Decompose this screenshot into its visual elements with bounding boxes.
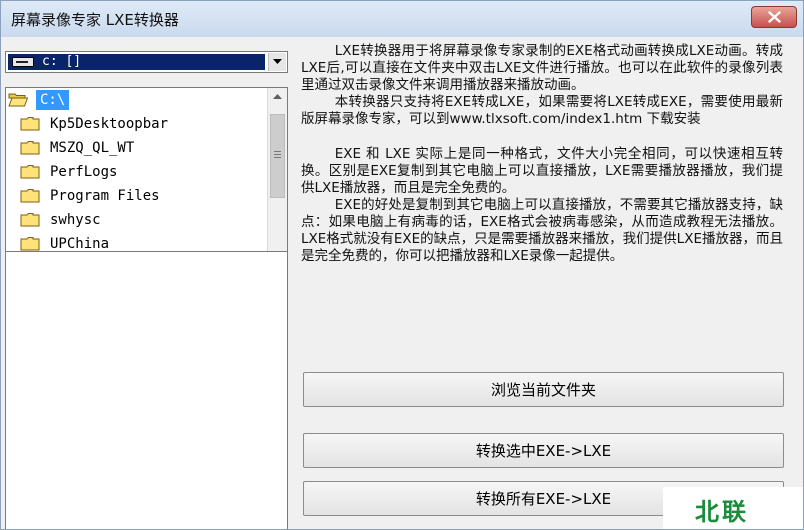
description-paragraph: LXE转换器用于将屏幕录像专家录制的EXE格式动画转换成LXE动画。转成LXE后… [301, 43, 783, 93]
folder-icon [20, 141, 40, 155]
scroll-thumb[interactable] [270, 114, 285, 198]
dir-label: Program Files [50, 188, 160, 204]
dir-label: MSZQ_QL_WT [50, 140, 135, 156]
chevron-down-icon [273, 59, 282, 64]
dir-item-root[interactable]: C:\ [6, 88, 266, 112]
watermark: 北联 [663, 487, 803, 529]
dir-item[interactable]: Kp5Desktoopbar [6, 112, 266, 136]
folder-icon [20, 237, 40, 251]
chevron-up-icon [273, 94, 282, 99]
drive-icon [12, 57, 34, 67]
folder-icon [20, 117, 40, 131]
dir-item[interactable]: MSZQ_QL_WT [6, 136, 266, 160]
description-paragraph: EXE 和 LXE 实际上是同一种格式，文件大小完全相同，可以快速相互转换。区别… [301, 146, 783, 196]
scroll-up-button[interactable] [268, 88, 287, 106]
close-icon [768, 11, 781, 23]
description-text: LXE转换器用于将屏幕录像专家录制的EXE格式动画转换成LXE动画。转成LXE后… [301, 43, 783, 265]
dir-label: swhysc [50, 212, 101, 228]
dir-label: Kp5Desktoopbar [50, 116, 169, 132]
folder-icon [20, 165, 40, 179]
browse-folder-button[interactable]: 浏览当前文件夹 [303, 372, 784, 407]
convert-selected-button[interactable]: 转换选中EXE->LXE [303, 433, 784, 468]
app-window: 屏幕录像专家 LXE转换器 c: [] C:\ Kp5Desktoopbar M… [0, 0, 804, 530]
description-paragraph: 本转换器只支持将EXE转成LXE，如果需要将LXE转成EXE，需要使用最新版屏幕… [301, 94, 783, 127]
title-bar: 屏幕录像专家 LXE转换器 [1, 1, 803, 37]
folder-icon [20, 213, 40, 227]
window-title: 屏幕录像专家 LXE转换器 [11, 11, 179, 29]
dir-item[interactable]: Program Files [6, 184, 266, 208]
dir-label: C:\ [36, 90, 70, 110]
drive-combo[interactable]: c: [] [5, 51, 288, 73]
dir-label: PerfLogs [50, 164, 118, 180]
watermark-text: 北联 [695, 497, 749, 526]
drive-dropdown-button[interactable] [268, 53, 286, 71]
dir-item[interactable]: swhysc [6, 208, 266, 232]
file-list[interactable] [5, 251, 288, 529]
folder-icon [20, 189, 40, 203]
drive-label: c: [] [42, 54, 82, 69]
client-area: c: [] C:\ Kp5Desktoopbar MSZQ_QL_WT Perf… [1, 37, 803, 529]
dir-item[interactable]: PerfLogs [6, 160, 266, 184]
drive-selection: c: [] [8, 54, 265, 70]
close-button[interactable] [751, 6, 797, 28]
description-paragraph: EXE的好处是复制到其它电脑上可以直接播放，不需要其它播放器支持，缺点：如果电脑… [301, 197, 783, 264]
folder-open-icon [8, 93, 28, 107]
